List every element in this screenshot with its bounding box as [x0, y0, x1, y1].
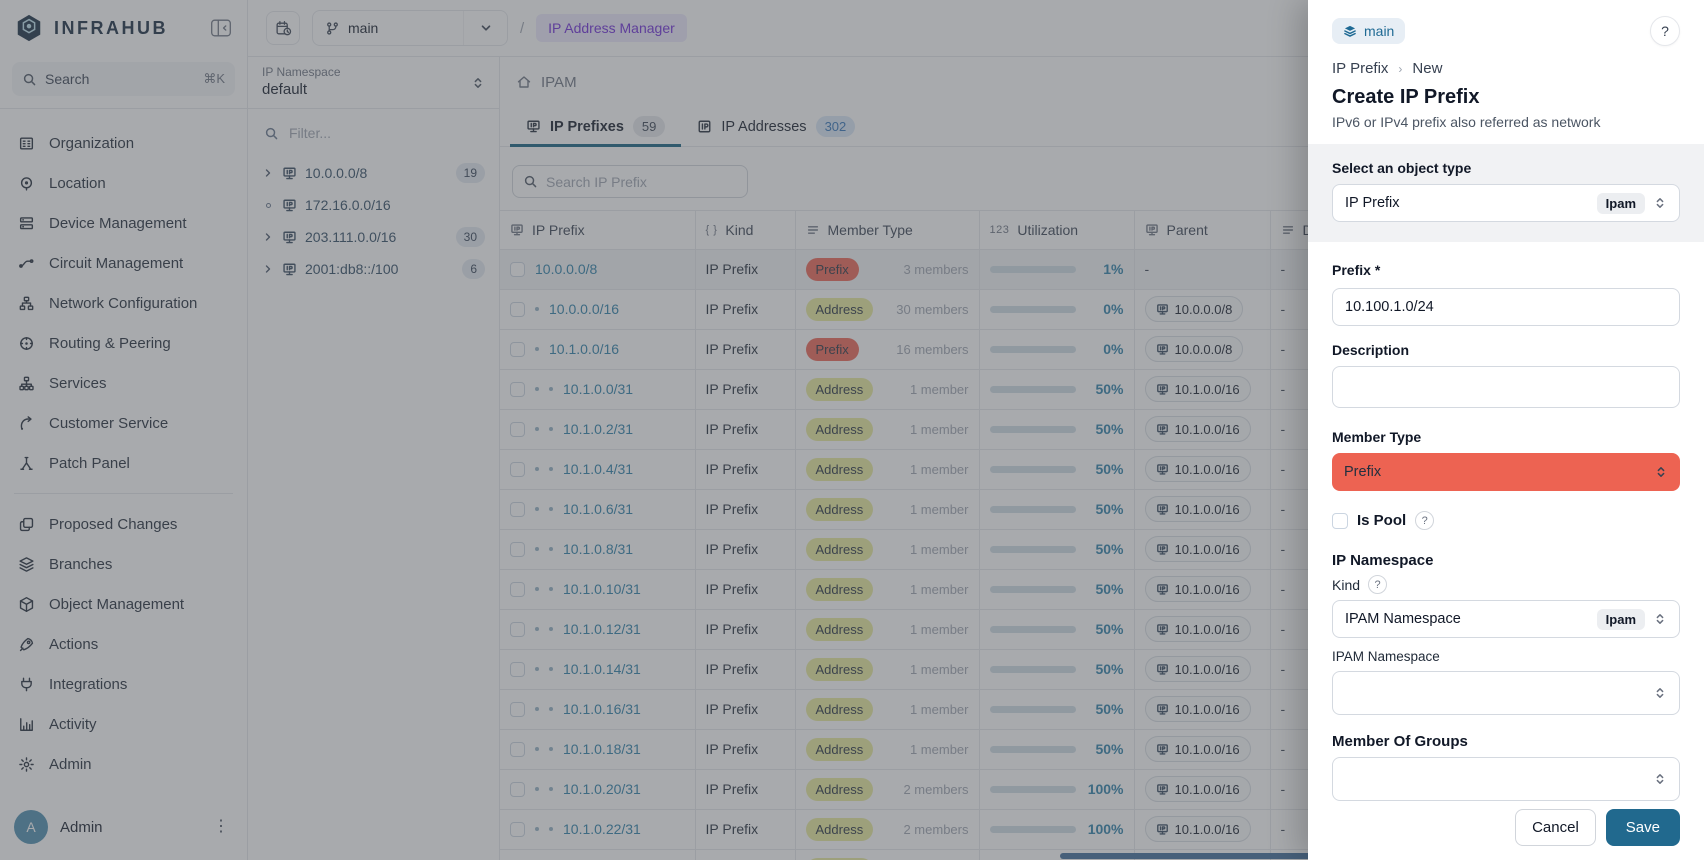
updown-chevron-icon: [1653, 772, 1667, 786]
create-prefix-panel: main ? IP Prefix › New Create IP Prefix …: [1308, 0, 1704, 860]
kind-label: Kind: [1332, 577, 1360, 593]
is-pool-help-icon[interactable]: ?: [1415, 511, 1434, 530]
layers-icon: [1343, 24, 1357, 38]
panel-branch-name: main: [1364, 23, 1394, 39]
panel-breadcrumb: IP Prefix › New: [1332, 60, 1680, 77]
is-pool-label: Is Pool: [1357, 512, 1406, 529]
panel-footer: Cancel Save: [1515, 809, 1680, 846]
kind-help-icon[interactable]: ?: [1368, 575, 1387, 594]
object-type-kind-badge: Ipam: [1597, 193, 1645, 214]
panel-breadcrumb-root[interactable]: IP Prefix: [1332, 60, 1388, 77]
is-pool-checkbox[interactable]: [1332, 513, 1348, 529]
updown-chevron-icon: [1653, 196, 1667, 210]
app-root: INFRAHUB Search ⌘K OrganizationLocationD…: [0, 0, 1704, 860]
description-field-label: Description: [1332, 342, 1680, 358]
namespace-kind-badge: Ipam: [1597, 609, 1645, 630]
updown-chevron-icon: [1653, 686, 1667, 700]
required-mark: *: [1375, 262, 1380, 278]
prefix-input[interactable]: [1332, 288, 1680, 326]
save-button[interactable]: Save: [1606, 809, 1680, 846]
is-pool-row: Is Pool ?: [1332, 511, 1680, 530]
object-type-section: Select an object type IP Prefix Ipam: [1308, 144, 1704, 242]
panel-title: Create IP Prefix: [1332, 86, 1680, 109]
updown-chevron-icon: [1653, 612, 1667, 626]
updown-chevron-icon: [1654, 465, 1668, 479]
member-type-field-label: Member Type: [1332, 429, 1680, 445]
panel-form: Prefix * Description Member Type Prefix: [1308, 242, 1704, 860]
modal-backdrop[interactable]: [0, 0, 1308, 860]
panel-branch-badge: main: [1332, 18, 1405, 44]
namespace-kind-value: IPAM Namespace: [1345, 611, 1589, 627]
ipam-namespace-label: IPAM Namespace: [1332, 649, 1680, 664]
object-type-label: Select an object type: [1332, 160, 1680, 176]
member-of-groups-select[interactable]: [1332, 757, 1680, 801]
help-button[interactable]: ?: [1650, 16, 1680, 46]
description-input[interactable]: [1332, 366, 1680, 408]
ipam-namespace-select[interactable]: [1332, 671, 1680, 715]
member-type-select[interactable]: Prefix: [1332, 453, 1680, 491]
ip-namespace-section-title: IP Namespace: [1332, 552, 1680, 569]
member-of-groups-label: Member Of Groups: [1332, 733, 1680, 750]
object-type-select[interactable]: IP Prefix Ipam: [1332, 184, 1680, 222]
cancel-button[interactable]: Cancel: [1515, 809, 1596, 846]
object-type-value: IP Prefix: [1345, 195, 1589, 211]
member-type-value: Prefix: [1344, 464, 1654, 480]
panel-subtitle: IPv6 or IPv4 prefix also referred as net…: [1332, 114, 1680, 130]
chevron-right-icon: ›: [1398, 62, 1402, 76]
prefix-field-label: Prefix *: [1332, 262, 1380, 278]
namespace-kind-select[interactable]: IPAM Namespace Ipam: [1332, 600, 1680, 638]
panel-header: main ? IP Prefix › New Create IP Prefix …: [1308, 0, 1704, 144]
panel-breadcrumb-current: New: [1412, 60, 1442, 77]
kind-row: Kind ?: [1332, 575, 1680, 594]
